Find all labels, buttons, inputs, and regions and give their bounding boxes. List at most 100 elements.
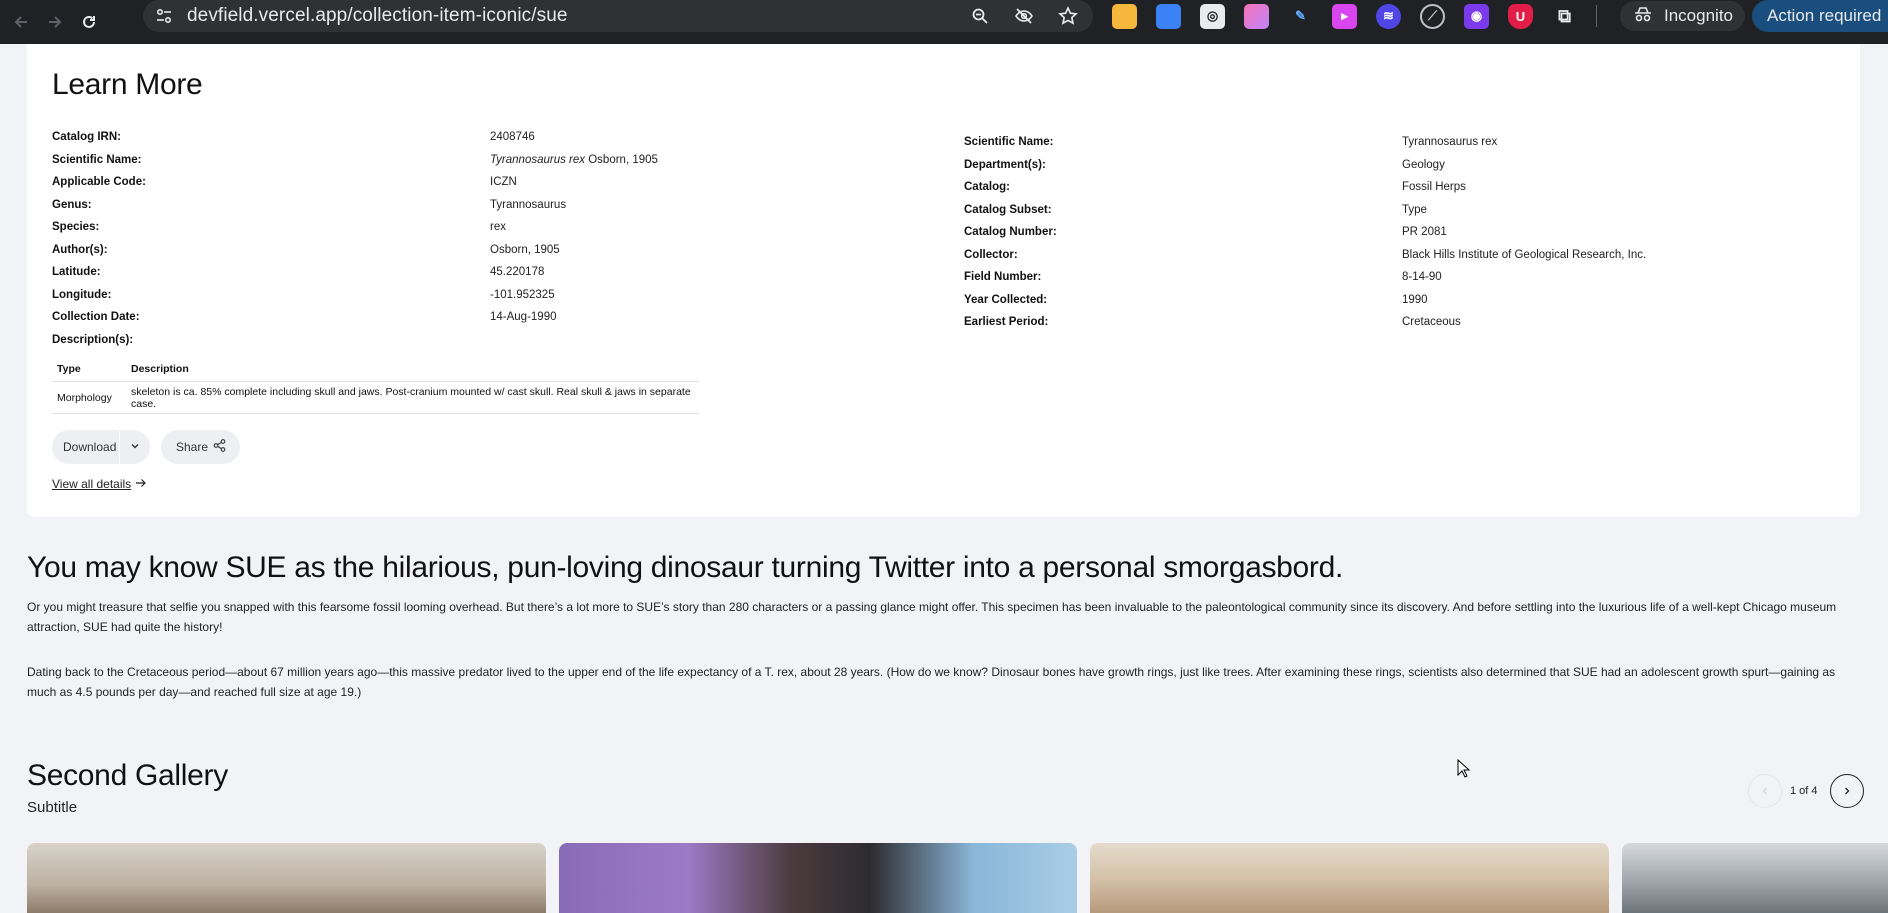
reload-icon[interactable] (76, 9, 102, 35)
detail-row: Description(s): (52, 329, 658, 352)
description-table: Type Description Morphology skeleton is … (52, 356, 699, 414)
detail-label: Catalog Subset: (964, 203, 1052, 216)
detail-row: Field Number: 8-14-90 (964, 266, 1646, 289)
gallery-image[interactable] (1622, 843, 1888, 913)
gallery-title: Second Gallery (27, 759, 228, 792)
detail-row: Latitude: 45.220178 (52, 261, 658, 284)
detail-value: 14-Aug-1990 (490, 311, 557, 323)
view-all-label: View all details (52, 477, 132, 491)
detail-value: Osborn, 1905 (490, 243, 560, 256)
gallery-image[interactable] (559, 843, 1077, 913)
column-header-description: Description (131, 362, 189, 375)
detail-row: Collection Date: 14-Aug-1990 (52, 306, 658, 329)
eyedropper-extension-icon[interactable]: ✎ (1288, 4, 1313, 29)
detail-row: Department(s): Geology (964, 154, 1646, 177)
notes-extension-icon[interactable] (1112, 3, 1137, 29)
incognito-icon (1632, 5, 1654, 28)
table-header: Type Description (52, 356, 699, 382)
story-heading: You may know SUE as the hilarious, pun-l… (27, 551, 1344, 584)
story-paragraph: Dating back to the Cretaceous period—abo… (27, 665, 1836, 699)
detail-row: Catalog Subset: Type (964, 199, 1646, 222)
detail-label: Department(s): (964, 158, 1046, 171)
detail-value: ICZN (490, 176, 517, 188)
detail-row: Author(s): Osborn, 1905 (52, 239, 658, 262)
detail-row: Earliest Period: Cretaceous (964, 311, 1646, 334)
detail-value: rex (490, 221, 506, 233)
specimen-details-left: Catalog IRN: 2408746 Scientific Name: Tyra… (52, 126, 658, 351)
detail-row: Catalog IRN: 2408746 (52, 126, 658, 149)
site-settings-icon[interactable] (153, 5, 175, 27)
detail-value: 45.220178 (490, 266, 545, 278)
page-indicator: 1 of 4 (1790, 785, 1818, 797)
detail-label: Collector: (964, 248, 1018, 261)
globe-extension-icon[interactable]: ≋ (1376, 3, 1401, 29)
view-all-details-link[interactable]: View all details (52, 477, 147, 491)
detail-label: Applicable Code: (52, 176, 146, 188)
detail-label: Longitude: (52, 288, 112, 301)
detail-label: Field Number: (964, 271, 1042, 283)
gallery-image[interactable] (27, 843, 546, 913)
forward-arrow-icon[interactable] (42, 9, 68, 35)
extensions-bar: ◎ ✎ ▸ ≋ ⟋ ◉ U ⧉ (1112, 0, 1597, 32)
bookmark-star-icon[interactable] (1057, 5, 1079, 27)
back-arrow-icon[interactable] (8, 9, 34, 35)
detail-label: Collection Date: (52, 311, 140, 323)
action-required-button[interactable]: Action required (1752, 0, 1888, 32)
detail-row: Collector: Black Hills Institute of Geolo… (964, 244, 1646, 267)
detail-row: Species: rex (52, 216, 658, 239)
specimen-details-right: Scientific Name: Tyrannosaurus rex Depart… (964, 131, 1646, 334)
docs-extension-icon[interactable] (1156, 3, 1181, 29)
download-divider (119, 430, 120, 464)
toolbar-divider (1596, 5, 1597, 27)
detail-value: Tyrannosaurus rex (1402, 136, 1498, 148)
detail-label: Year Collected: (964, 293, 1048, 306)
detail-label: Catalog Number: (964, 226, 1057, 238)
download-label: Download (63, 440, 117, 454)
share-button[interactable]: Share (161, 430, 240, 464)
gradient-extension-icon[interactable] (1244, 3, 1269, 29)
detail-value: 8-14-90 (1402, 271, 1442, 283)
detail-label: Catalog IRN: (52, 131, 121, 143)
detail-row: Catalog: Fossil Herps (964, 176, 1646, 199)
column-header-type: Type (57, 362, 81, 375)
chevron-down-icon[interactable] (128, 439, 142, 453)
detail-label: Species: (52, 221, 100, 233)
screenshot-extension-icon[interactable]: ◉ (1464, 3, 1489, 29)
detail-value: 1990 (1402, 293, 1428, 306)
incognito-indicator[interactable]: Incognito (1620, 1, 1745, 31)
previous-button[interactable] (1748, 774, 1782, 808)
mouse-cursor-icon (1457, 758, 1471, 784)
learn-more-title: Learn More (52, 68, 203, 101)
shield-extension-icon[interactable]: U (1508, 3, 1533, 29)
share-label: Share (176, 440, 209, 454)
camera-extension-icon[interactable]: ◎ (1200, 3, 1225, 29)
arrow-right-icon (135, 477, 147, 491)
detail-value: Geology (1402, 158, 1445, 171)
detail-label: Scientific Name: (52, 153, 142, 166)
next-button[interactable] (1829, 774, 1864, 808)
detail-row: Scientific Name: Tyrannosaurus rex Osborn… (52, 149, 658, 172)
incognito-label: Incognito (1664, 6, 1733, 25)
detail-value: 2408746 (490, 131, 535, 143)
zoom-icon[interactable] (969, 5, 991, 27)
story-paragraph: Or you might treasure that selfie you sn… (27, 600, 1837, 634)
detail-row: Genus: Tyrannosaurus (52, 194, 658, 217)
eye-off-icon[interactable] (1013, 5, 1035, 27)
puzzle-extensions-icon[interactable]: ⧉ (1552, 4, 1577, 29)
detail-label: Earliest Period: (964, 316, 1049, 328)
download-button[interactable]: Download (52, 430, 150, 464)
detail-row: Scientific Name: Tyrannosaurus rex (964, 131, 1646, 154)
detail-value: Tyrannosaurus rex Osborn, 1905 (490, 149, 658, 172)
url-text[interactable]: devfield.vercel.app/collection-item-icon… (187, 5, 568, 27)
compass-extension-icon[interactable]: ⟋ (1420, 3, 1445, 29)
video-extension-icon[interactable]: ▸ (1332, 3, 1357, 29)
address-bar[interactable]: devfield.vercel.app/collection-item-icon… (143, 0, 1093, 32)
detail-value: -101.952325 (490, 288, 555, 301)
detail-row: Longitude: -101.952325 (52, 284, 658, 307)
detail-row: Catalog Number: PR 2081 (964, 221, 1646, 244)
gallery-subtitle: Subtitle (27, 799, 78, 816)
share-icon (213, 439, 226, 455)
detail-row: Applicable Code: ICZN (52, 171, 658, 194)
detail-label: Scientific Name: (964, 136, 1054, 148)
gallery-image[interactable] (1090, 843, 1609, 913)
